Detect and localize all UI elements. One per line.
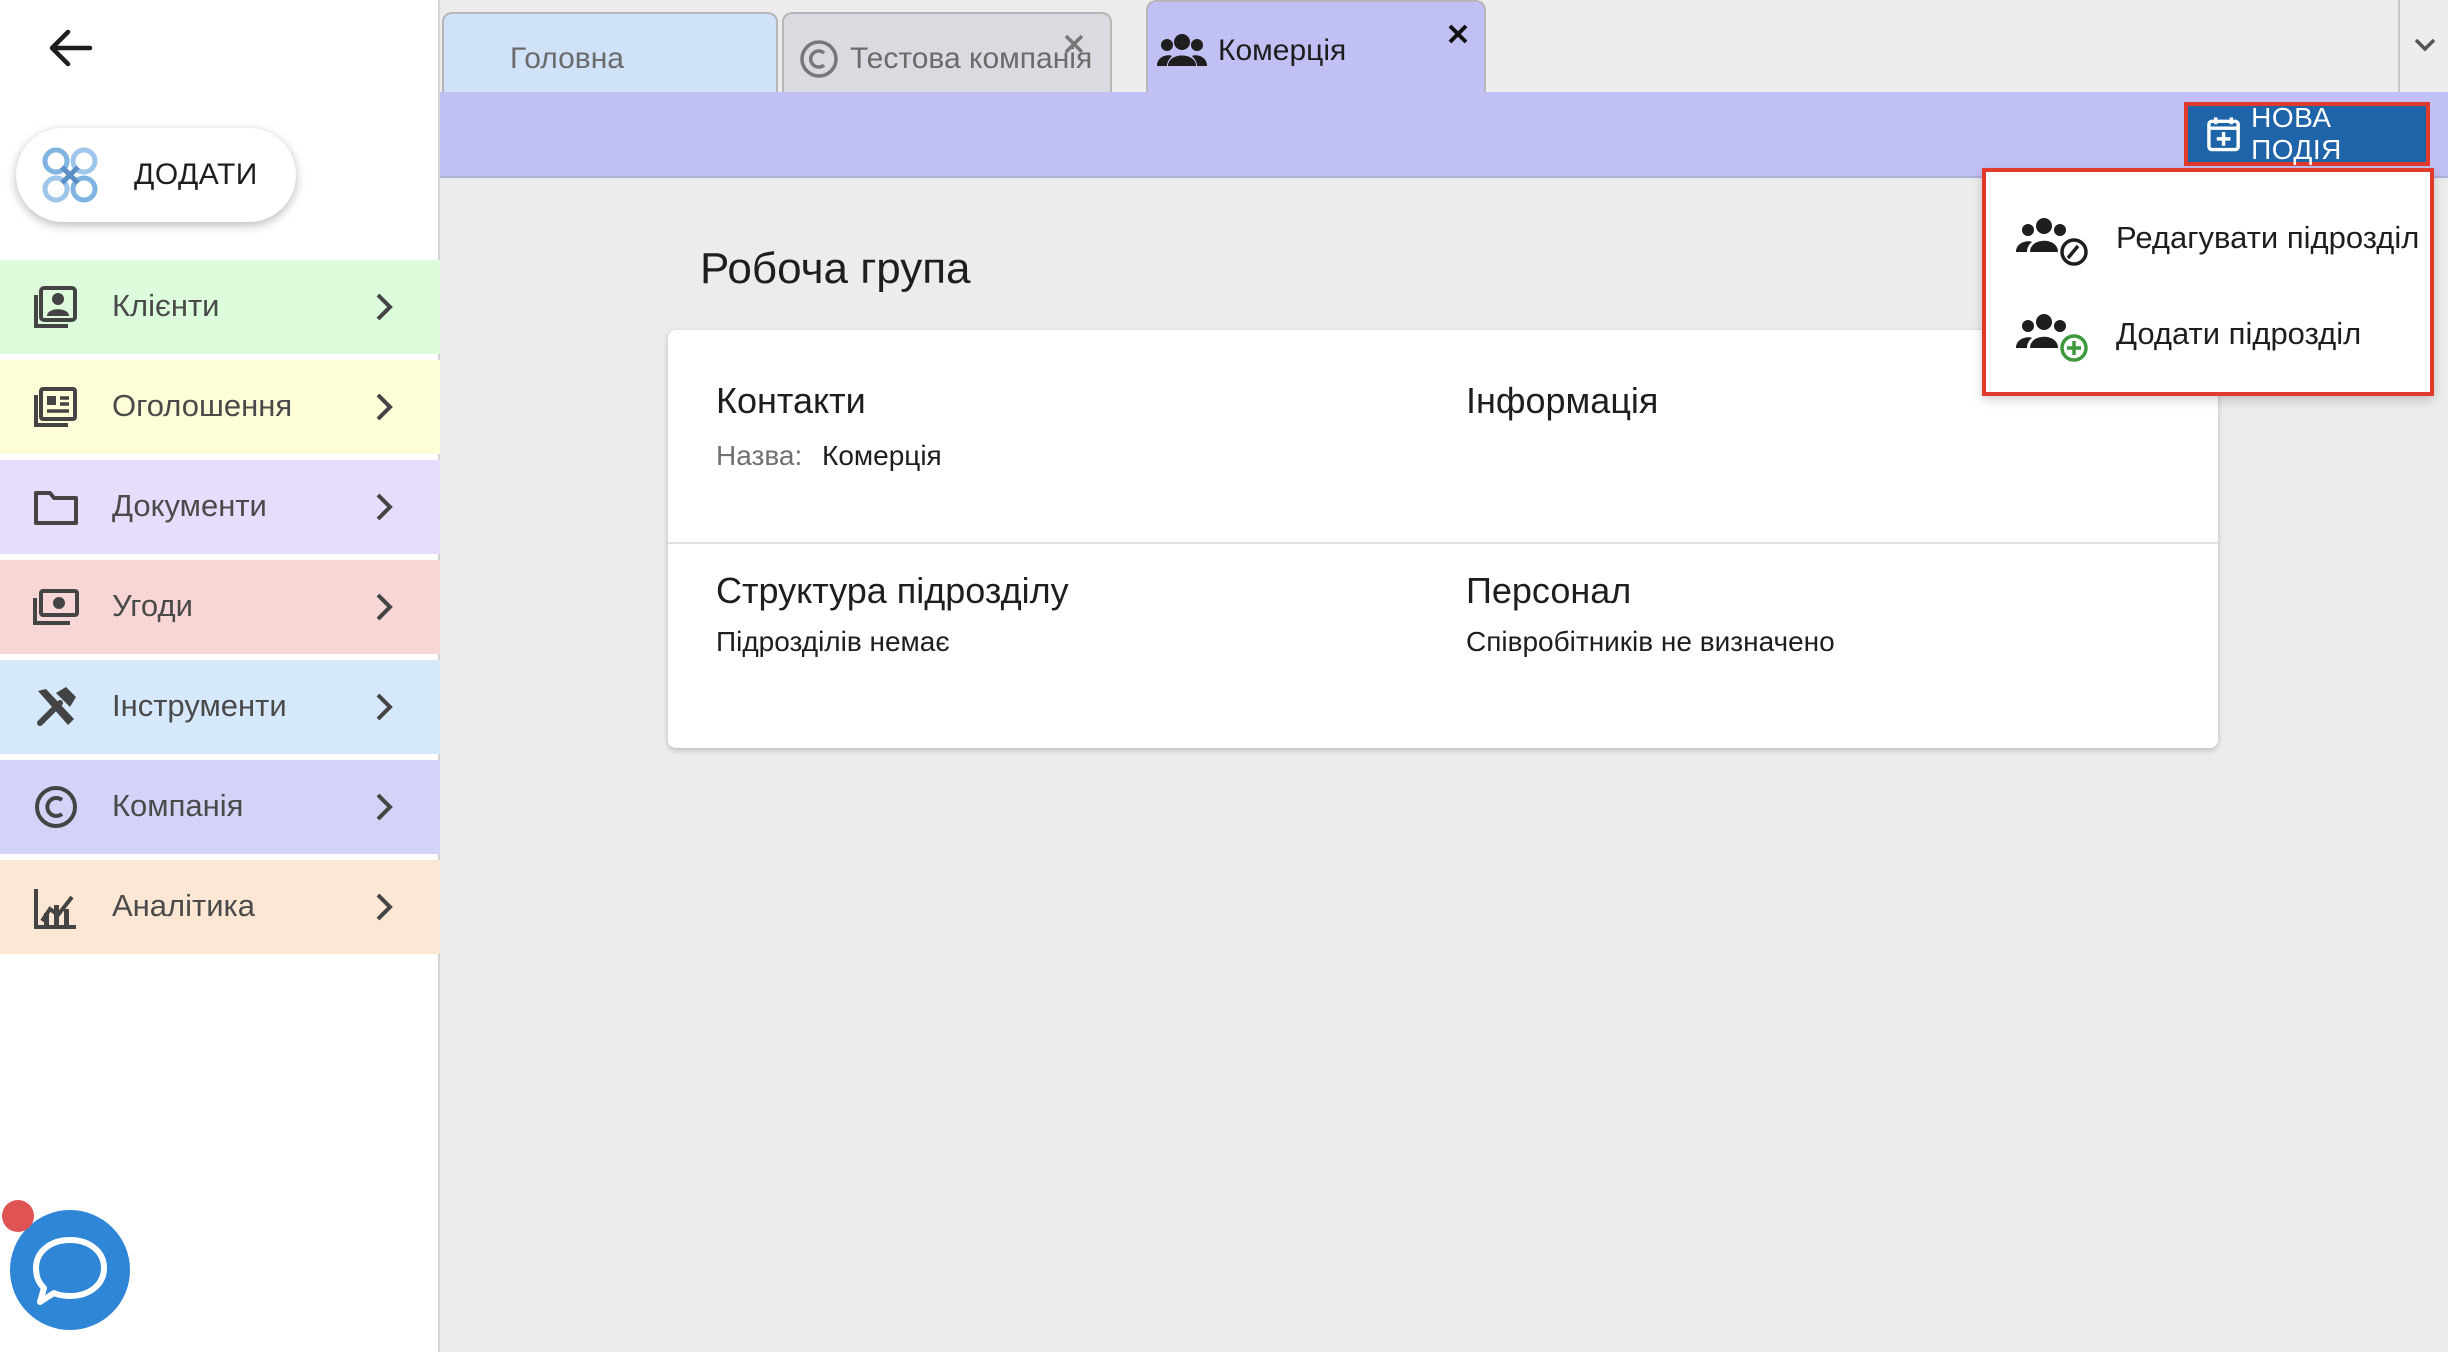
page-title: Робоча група bbox=[700, 244, 971, 293]
tab-home[interactable]: Головна bbox=[442, 12, 778, 92]
tools-icon bbox=[37, 687, 76, 726]
sidebar-item-label: Інструменти bbox=[112, 688, 287, 723]
sidebar-item-deals[interactable]: Угоди bbox=[0, 560, 440, 654]
toolbar: НОВА ПОДІЯ bbox=[440, 92, 2448, 178]
sidebar-item-analytics[interactable]: Аналітика bbox=[0, 860, 440, 954]
personnel-heading: Персонал bbox=[1466, 570, 1632, 611]
chevron-down-icon bbox=[2414, 38, 2436, 52]
tab-test-company[interactable]: Тестова компанія bbox=[782, 12, 1112, 92]
calendar-add-icon bbox=[2207, 117, 2240, 152]
copyright-icon bbox=[35, 786, 77, 828]
sidebar-item-label: Компанія bbox=[112, 788, 244, 823]
chevron-right-icon bbox=[376, 493, 393, 521]
notification-badge bbox=[2, 1200, 34, 1232]
structure-heading: Структура підрозділу bbox=[716, 570, 1069, 611]
sidebar-item-label: Клієнти bbox=[112, 288, 220, 323]
menu-item-label: Додати підрозділ bbox=[2116, 316, 2362, 351]
tab-label: Комерція bbox=[1218, 34, 1347, 67]
contacts-name-row: Назва: Комерція bbox=[716, 440, 942, 472]
contacts-icon bbox=[34, 286, 77, 328]
logo-icon bbox=[42, 147, 98, 203]
sidebar-item-label: Аналітика bbox=[112, 888, 256, 923]
group-add-icon bbox=[2016, 314, 2088, 362]
menu-item-label: Редагувати підрозділ bbox=[2116, 220, 2420, 255]
menu-item-add-department[interactable]: Додати підрозділ bbox=[1986, 286, 2430, 382]
arrow-left-icon bbox=[49, 29, 93, 67]
sidebar-item-ads[interactable]: Оголошення bbox=[0, 360, 440, 454]
tab-label: Тестова компанія bbox=[850, 42, 1093, 75]
sidebar-item-documents[interactable]: Документи bbox=[0, 460, 440, 554]
sidebar: ДОДАТИ Клієнти Оголошення Документи Угод… bbox=[0, 0, 440, 1352]
group-icon bbox=[1157, 34, 1207, 66]
divider bbox=[668, 542, 2218, 544]
new-event-button[interactable]: НОВА ПОДІЯ bbox=[2184, 102, 2430, 166]
add-button[interactable]: ДОДАТИ bbox=[16, 128, 296, 222]
group-edit-icon bbox=[2016, 218, 2088, 266]
chevron-right-icon bbox=[376, 293, 393, 321]
close-icon[interactable] bbox=[1060, 30, 1088, 58]
newspaper-icon bbox=[34, 387, 77, 427]
folder-icon bbox=[34, 491, 78, 525]
menu-item-edit-department[interactable]: Редагувати підрозділ bbox=[1986, 190, 2430, 286]
info-heading: Інформація bbox=[1466, 380, 1659, 421]
sidebar-item-tools[interactable]: Інструменти bbox=[0, 660, 440, 754]
money-icon bbox=[33, 589, 79, 625]
new-event-button-label: НОВА ПОДІЯ bbox=[2251, 102, 2342, 165]
sidebar-item-label: Угоди bbox=[112, 588, 193, 623]
tab-bar: Головна Тестова компанія Комерція bbox=[440, 0, 2448, 92]
chevron-right-icon bbox=[376, 793, 393, 821]
sidebar-item-label: Документи bbox=[112, 488, 267, 523]
copyright-icon bbox=[800, 40, 838, 78]
personnel-text: Співробітників не визначено bbox=[1466, 626, 1835, 657]
name-label: Назва: bbox=[716, 440, 803, 471]
contacts-heading: Контакти bbox=[716, 380, 866, 421]
chevron-right-icon bbox=[376, 893, 393, 921]
analytics-icon bbox=[34, 889, 76, 929]
chevron-right-icon bbox=[376, 693, 393, 721]
structure-text: Підрозділів немає bbox=[716, 626, 950, 657]
sidebar-item-label: Оголошення bbox=[112, 388, 293, 423]
tab-commerce[interactable]: Комерція bbox=[1146, 0, 1486, 92]
sidebar-item-clients[interactable]: Клієнти bbox=[0, 260, 440, 354]
sidebar-item-company[interactable]: Компанія bbox=[0, 760, 440, 854]
tabs-overflow-button[interactable] bbox=[2398, 0, 2448, 92]
name-value: Комерція bbox=[822, 440, 942, 471]
close-icon[interactable] bbox=[1444, 20, 1472, 48]
add-button-label: ДОДАТИ bbox=[134, 158, 258, 191]
chevron-right-icon bbox=[376, 593, 393, 621]
back-button[interactable] bbox=[40, 22, 100, 74]
department-menu: Редагувати підрозділ Додати підрозділ bbox=[1982, 168, 2434, 396]
chevron-right-icon bbox=[376, 393, 393, 421]
tab-label: Головна bbox=[510, 42, 624, 75]
